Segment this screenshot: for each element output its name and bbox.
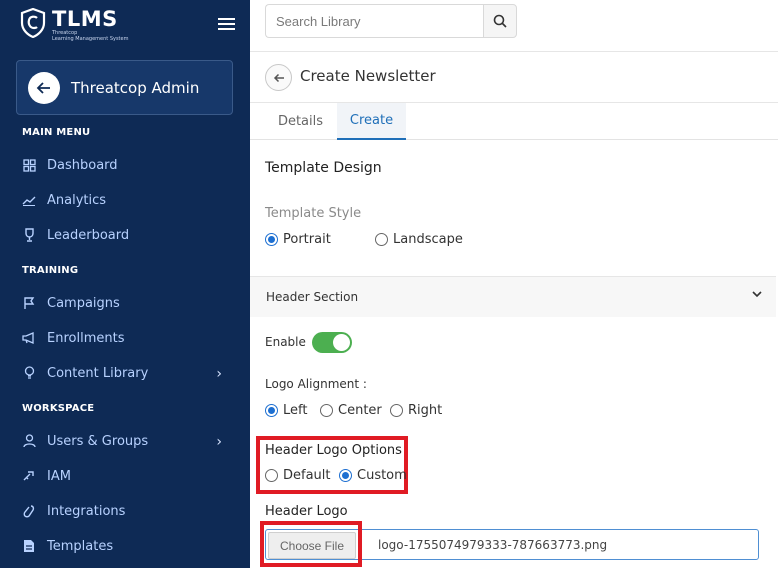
radio-unchecked-icon bbox=[375, 233, 388, 246]
sidebar-item-label: Analytics bbox=[47, 192, 107, 208]
template-style-label: Template Style bbox=[265, 206, 362, 221]
header-logo-options-label: Header Logo Options bbox=[265, 443, 402, 458]
radio-checked-icon bbox=[339, 469, 352, 482]
hamburger-menu-icon[interactable] bbox=[218, 18, 235, 32]
radio-label: Landscape bbox=[393, 232, 463, 247]
search-input[interactable] bbox=[265, 4, 484, 38]
radio-unchecked-icon bbox=[320, 404, 333, 417]
section-main-menu: MAIN MENU bbox=[22, 127, 91, 138]
enable-label: Enable bbox=[265, 335, 306, 349]
sidebar-item-campaigns[interactable]: Campaigns bbox=[22, 291, 232, 315]
sidebar-item-label: Content Library bbox=[47, 365, 149, 381]
sidebar-item-analytics[interactable]: Analytics bbox=[22, 188, 232, 212]
brand-title: TLMS bbox=[52, 7, 118, 31]
page-title: Create Newsletter bbox=[300, 67, 436, 85]
enable-toggle[interactable] bbox=[312, 332, 352, 353]
trophy-icon bbox=[22, 228, 36, 242]
sidebar-item-dashboard[interactable]: Dashboard bbox=[22, 153, 232, 177]
link-icon bbox=[22, 504, 36, 518]
chevron-right-icon: › bbox=[216, 434, 222, 450]
toggle-knob bbox=[333, 334, 350, 351]
radio-align-center[interactable]: Center bbox=[320, 403, 382, 418]
radio-label: Left bbox=[283, 403, 308, 418]
radio-checked-icon bbox=[265, 404, 278, 417]
search-button[interactable] bbox=[483, 4, 517, 38]
arrow-left-icon bbox=[273, 73, 284, 82]
radio-unchecked-icon bbox=[390, 404, 403, 417]
radio-logo-default[interactable]: Default bbox=[265, 468, 331, 483]
sidebar-item-iam[interactable]: IAM bbox=[22, 464, 232, 488]
brand-logo[interactable]: TLMS Threatcop Learning Management Syste… bbox=[20, 8, 128, 42]
key-icon bbox=[22, 469, 36, 483]
shield-logo-icon bbox=[20, 8, 46, 38]
chevron-right-icon: › bbox=[216, 366, 222, 382]
sidebar-item-label: Templates bbox=[47, 538, 114, 554]
sidebar-item-label: Enrollments bbox=[47, 330, 125, 346]
sidebar-item-label: Users & Groups bbox=[47, 433, 149, 449]
sidebar-item-label: IAM bbox=[47, 468, 71, 484]
accordion-title: Header Section bbox=[266, 290, 359, 304]
document-icon bbox=[22, 539, 36, 553]
admin-switcher[interactable]: Threatcop Admin bbox=[16, 60, 233, 115]
sidebar-item-leaderboard[interactable]: Leaderboard bbox=[22, 223, 232, 247]
sidebar-item-integrations[interactable]: Integrations bbox=[22, 499, 232, 523]
radio-label: Portrait bbox=[283, 232, 331, 247]
radio-checked-icon bbox=[265, 233, 278, 246]
back-button[interactable] bbox=[265, 64, 292, 91]
arrow-left-icon[interactable] bbox=[28, 71, 60, 104]
tab-details[interactable]: Details bbox=[267, 103, 334, 140]
megaphone-icon bbox=[22, 331, 36, 345]
tab-bar: Details Create bbox=[250, 103, 778, 140]
flag-icon bbox=[22, 296, 36, 310]
sidebar: TLMS Threatcop Learning Management Syste… bbox=[0, 0, 250, 568]
section-training: TRAINING bbox=[22, 265, 79, 276]
user-icon bbox=[22, 434, 36, 448]
section-heading-template-design: Template Design bbox=[265, 160, 382, 176]
header-section-accordion[interactable]: Header Section bbox=[250, 276, 776, 317]
section-workspace: WORKSPACE bbox=[22, 403, 95, 414]
radio-label: Right bbox=[408, 403, 443, 418]
radio-label: Default bbox=[283, 468, 331, 483]
sidebar-item-label: Dashboard bbox=[47, 157, 118, 173]
sidebar-item-users-groups[interactable]: Users & Groups › bbox=[22, 429, 232, 453]
radio-landscape[interactable]: Landscape bbox=[375, 232, 463, 247]
radio-unchecked-icon bbox=[265, 469, 278, 482]
sidebar-item-label: Campaigns bbox=[47, 295, 120, 311]
sidebar-item-content-library[interactable]: Content Library › bbox=[22, 361, 232, 385]
page-header: Create Newsletter bbox=[250, 53, 778, 103]
lightbulb-icon bbox=[22, 366, 36, 380]
radio-logo-custom[interactable]: Custom bbox=[339, 468, 407, 483]
sidebar-item-label: Integrations bbox=[47, 503, 126, 519]
radio-label: Custom bbox=[357, 468, 407, 483]
brand-tagline: Learning Management System bbox=[52, 36, 129, 42]
tab-create[interactable]: Create bbox=[337, 103, 406, 140]
trend-icon bbox=[22, 193, 36, 207]
top-bar bbox=[250, 0, 778, 52]
radio-align-left[interactable]: Left bbox=[265, 403, 307, 418]
sidebar-item-enrollments[interactable]: Enrollments bbox=[22, 326, 232, 350]
grid-icon bbox=[22, 158, 36, 172]
selected-file-name: logo-1755074979333-787663773.png bbox=[378, 538, 608, 552]
chevron-down-icon bbox=[752, 287, 762, 302]
logo-alignment-label: Logo Alignment : bbox=[265, 377, 367, 391]
admin-name: Threatcop Admin bbox=[71, 78, 200, 97]
search-icon bbox=[493, 14, 507, 28]
sidebar-item-label: Leaderboard bbox=[47, 227, 130, 243]
radio-align-right[interactable]: Right bbox=[390, 403, 442, 418]
header-logo-label: Header Logo bbox=[265, 504, 348, 519]
radio-portrait[interactable]: Portrait bbox=[265, 232, 331, 247]
sidebar-item-templates[interactable]: Templates bbox=[22, 534, 232, 558]
radio-label: Center bbox=[338, 403, 382, 418]
highlight-box-choose-file bbox=[260, 521, 362, 567]
